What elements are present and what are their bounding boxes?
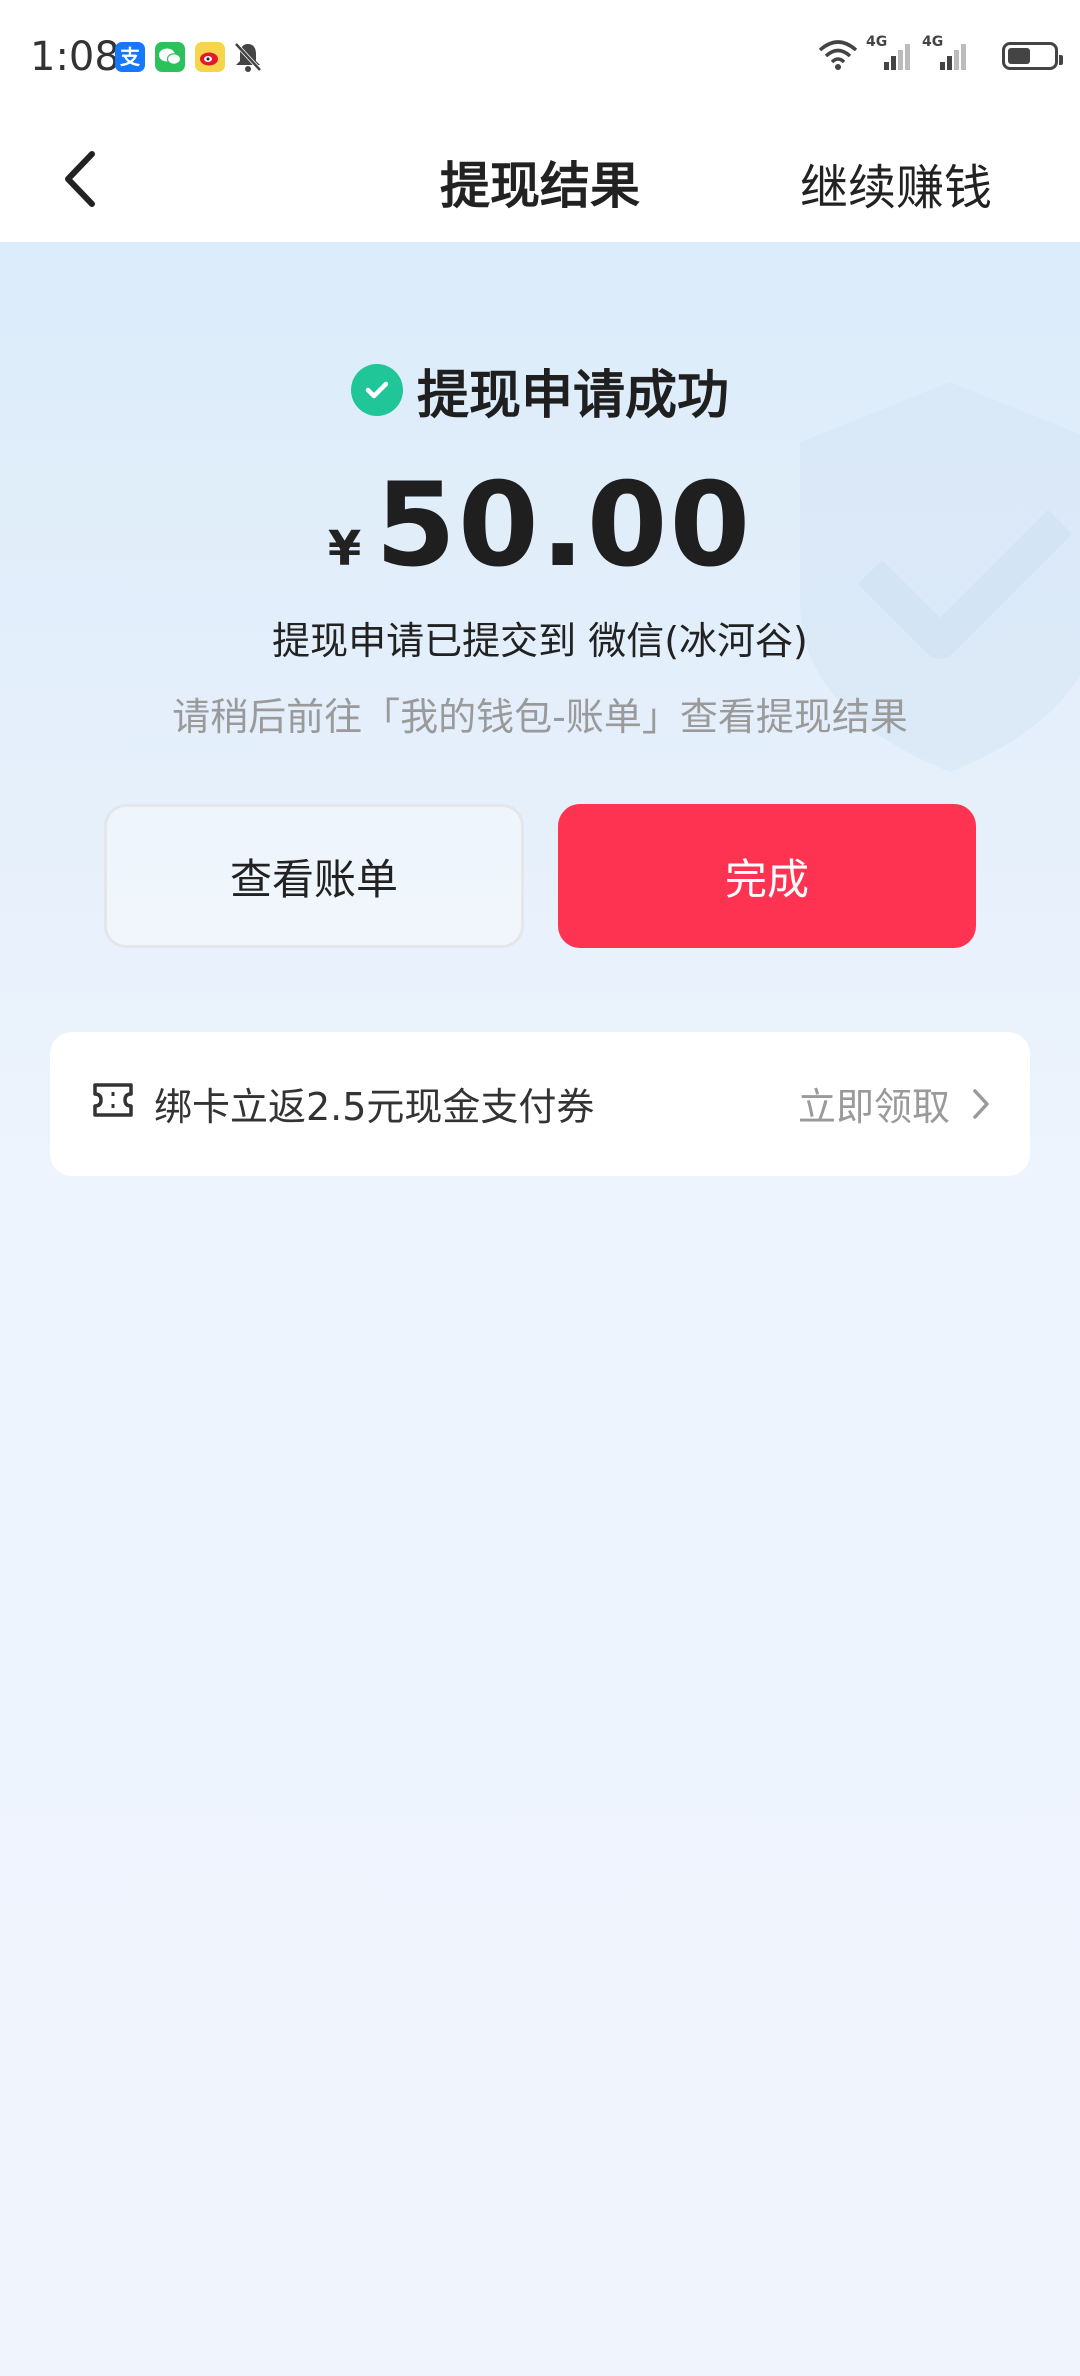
signal-1-icon: 4G: [866, 32, 912, 76]
wechat-icon: [155, 42, 185, 72]
nav-bar: 提现结果 继续赚钱: [0, 118, 1080, 242]
claim-now-link[interactable]: 立即领取: [798, 1076, 950, 1131]
hint-text: 请稍后前往「我的钱包-账单」查看提现结果: [172, 695, 908, 739]
wifi-icon: [818, 38, 858, 76]
success-status: 提现申请成功: [0, 358, 1080, 426]
mute-bell-icon: [232, 40, 264, 78]
network-label-1: 4G: [866, 34, 887, 50]
check-circle-icon: [350, 364, 403, 416]
view-bill-button[interactable]: 查看账单: [104, 804, 524, 948]
success-text: 提现申请成功: [416, 365, 729, 426]
status-time: 1:08: [30, 34, 120, 80]
submitted-to-text: 提现申请已提交到 微信(冰河谷): [272, 619, 808, 663]
ticket-icon: [92, 1082, 134, 1122]
amount-value: 50.00: [375, 458, 753, 593]
bind-card-promo[interactable]: 绑卡立返2.5元现金支付券 立即领取: [50, 1032, 1030, 1176]
alipay-icon: 支: [115, 42, 145, 72]
continue-earning-link[interactable]: 继续赚钱: [800, 148, 992, 218]
network-label-2: 4G: [922, 34, 943, 50]
withdraw-amount: ¥ 50.00: [0, 458, 1080, 593]
currency-symbol: ¥: [327, 521, 362, 577]
signal-2-icon: 4G: [922, 32, 968, 76]
chevron-right-icon: [970, 1086, 992, 1126]
done-button[interactable]: 完成: [558, 804, 976, 948]
weibo-icon: [195, 42, 225, 72]
promo-text: 绑卡立返2.5元现金支付券: [154, 1085, 595, 1129]
battery-icon: [1002, 42, 1063, 70]
status-indicators: 4G 4G: [818, 34, 1063, 78]
status-bar: 1:08 支 4G 4G: [0, 0, 1080, 118]
